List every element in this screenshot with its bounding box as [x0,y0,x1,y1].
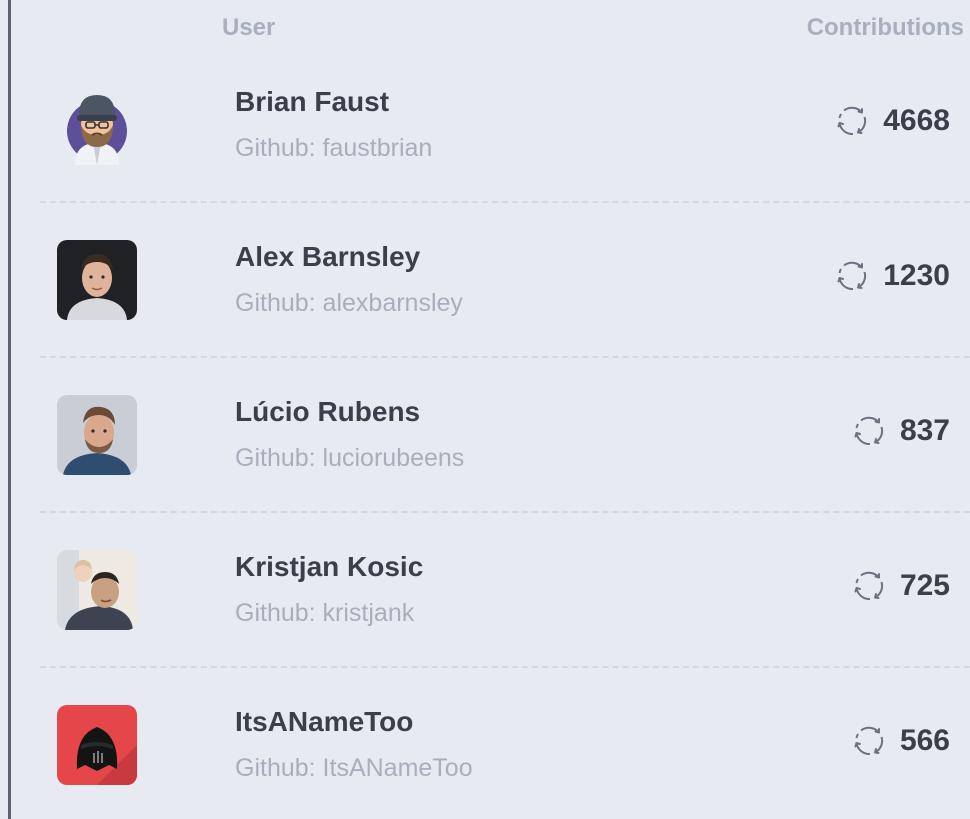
photo-avatar-icon [57,550,137,630]
contributor-handle[interactable]: Github: ItsANameToo [235,754,473,783]
contributor-row[interactable]: ItsANameToo Github: ItsANameToo 566 [40,668,970,819]
contributions-count: 725 [852,569,950,603]
left-border [8,0,11,819]
contributions-number: 837 [899,414,950,447]
refresh-cycle-icon [854,416,883,445]
avatar [57,705,137,785]
avatar [57,240,137,320]
contributor-name: Brian Faust [235,86,390,117]
contributor-row[interactable]: Brian Faust Github: faustbrian 4668 [40,48,970,203]
contributor-handle[interactable]: Github: kristjank [235,599,414,628]
avatar [57,550,137,630]
contributor-name: Lúcio Rubens [235,396,421,427]
contributions-number: 566 [899,724,950,757]
contributors-list: Brian Faust Github: faustbrian 4668 Alex… [40,48,970,819]
contributor-name: Alex Barnsley [235,241,421,272]
contributor-name: ItsANameToo [235,706,414,737]
refresh-cycle-icon [837,106,867,135]
refresh-cycle-icon [837,261,867,290]
contributor-handle[interactable]: Github: faustbrian [235,134,432,163]
contributor-row[interactable]: Kristjan Kosic Github: kristjank 725 [40,513,970,668]
refresh-cycle-icon [854,571,883,600]
contributions-count: 4668 [835,104,950,138]
contributions-number: 4668 [883,104,950,137]
photo-avatar-icon [57,395,137,475]
contributor-handle[interactable]: Github: luciorubeens [235,444,464,473]
contributor-row[interactable]: Lúcio Rubens Github: luciorubeens 837 [40,358,970,513]
helmet-avatar-icon [57,705,137,785]
avatar [57,395,137,475]
photo-avatar-icon [57,240,137,320]
contributions-count: 837 [852,414,950,448]
contributor-row[interactable]: Alex Barnsley Github: alexbarnsley 1230 [40,203,970,358]
refresh-cycle-icon [854,726,883,755]
cartoon-avatar-icon [57,85,137,165]
contributions-number: 1230 [883,259,950,292]
contributors-panel: User Contributions Brian Faust Github: f… [0,0,970,819]
avatar [57,85,137,165]
column-header-contributions: Contributions [806,14,964,41]
contributions-count: 1230 [835,259,950,293]
contributions-number: 725 [899,569,950,602]
contributions-count: 566 [852,724,950,758]
contributor-name: Kristjan Kosic [235,551,424,582]
contributor-handle[interactable]: Github: alexbarnsley [235,289,463,318]
column-header-user: User [222,14,276,41]
